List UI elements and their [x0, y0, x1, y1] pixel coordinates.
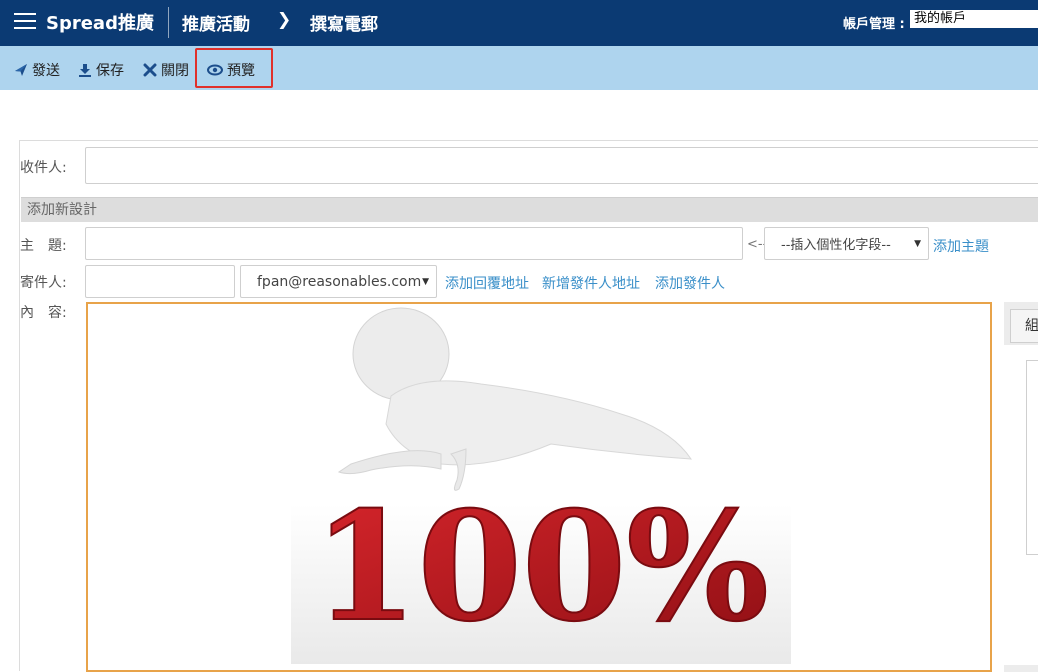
personalization-field-select[interactable]: --插入個性化字段-- ▼ [764, 227, 929, 260]
close-button[interactable]: 關閉 [143, 60, 189, 80]
account-select[interactable]: 我的帳戶 [910, 10, 1038, 28]
sender-label: 寄件人: [20, 275, 67, 291]
menu-icon[interactable] [14, 13, 36, 31]
close-label: 關閉 [161, 63, 189, 79]
send-button[interactable]: 發送 [14, 60, 60, 80]
preview-button[interactable]: 預覽 [207, 60, 255, 80]
breadcrumb-campaigns[interactable]: 推廣活動 [182, 10, 250, 35]
recipient-label: 收件人: [20, 160, 67, 176]
subject-label: 主 題: [20, 238, 67, 254]
content-label: 內 容: [20, 305, 67, 321]
save-label: 保存 [96, 63, 124, 79]
personalization-field-value: --插入個性化字段-- [781, 238, 891, 253]
add-subject-link[interactable]: 添加主題 [933, 236, 989, 256]
sender-email-select[interactable]: fpan@reasonables.com ▼ [240, 265, 437, 298]
add-reply-address-link[interactable]: 添加回覆地址 [445, 273, 529, 293]
send-label: 發送 [32, 63, 60, 79]
subject-input[interactable] [85, 227, 743, 260]
breadcrumb-compose-email: 撰寫電郵 [310, 15, 378, 35]
right-panel-tab[interactable]: 組 [1010, 309, 1038, 343]
add-sender-link[interactable]: 添加發件人 [655, 273, 725, 293]
percent-graphic-text: 100% [313, 479, 769, 655]
dropdown-arrow-icon: ▼ [914, 238, 921, 249]
save-icon [79, 64, 91, 77]
right-panel-box [1026, 360, 1038, 555]
send-icon [15, 64, 27, 76]
save-button[interactable]: 保存 [78, 60, 124, 80]
action-toolbar: 發送 保存 關閉 預覽 [0, 46, 1038, 90]
app-brand[interactable]: Spread推廣 [46, 9, 154, 35]
top-navbar: Spread推廣 推廣活動 ❯ 撰寫電郵 帳戶管理 : 我的帳戶 [0, 0, 1038, 46]
preview-label: 預覽 [227, 63, 255, 79]
sender-name-input[interactable] [85, 265, 235, 298]
content-editor[interactable]: 100% [86, 302, 992, 672]
close-icon [143, 63, 157, 77]
recipient-input[interactable] [85, 147, 1038, 184]
add-new-design-bar[interactable]: 添加新設計 [21, 197, 1038, 222]
header-divider [168, 7, 169, 38]
account-management-label: 帳戶管理 : [843, 17, 905, 32]
dropdown-arrow-icon: ▼ [422, 276, 429, 287]
chevron-right-icon: ❯ [277, 10, 292, 30]
add-sender-address-link[interactable]: 新增發件人地址 [542, 273, 640, 293]
sender-email-value: fpan@reasonables.com [257, 273, 422, 290]
eye-icon [207, 64, 223, 76]
hero-image[interactable]: 100% [291, 304, 791, 664]
